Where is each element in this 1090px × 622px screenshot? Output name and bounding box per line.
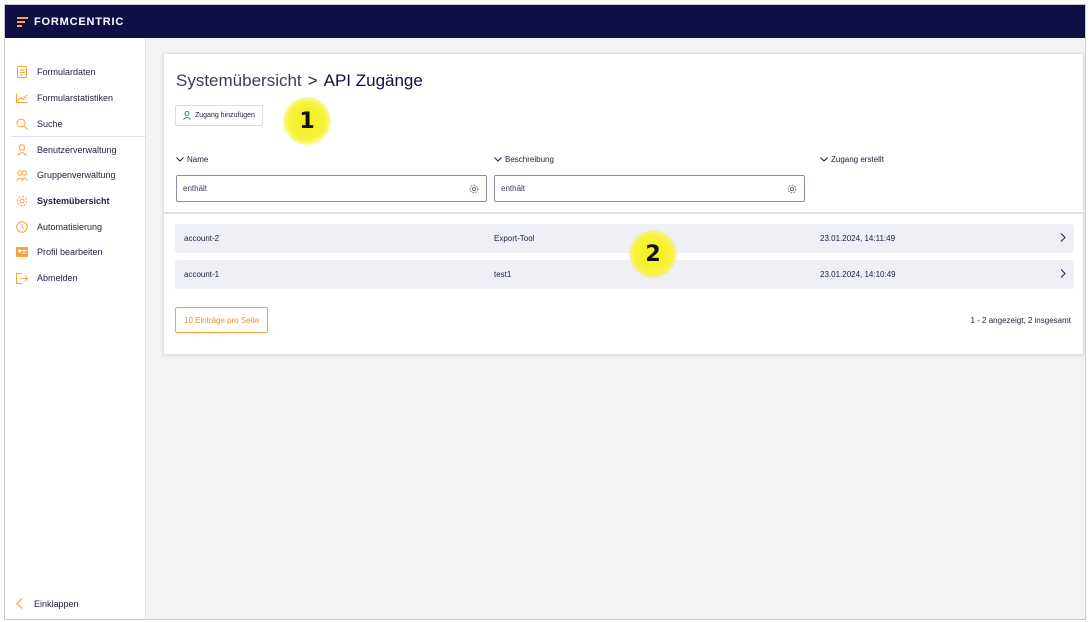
pagination-info: 1 - 2 angezeigt, 2 insgesamt	[970, 316, 1071, 325]
cell-name: account-1	[184, 270, 220, 279]
sidebar-item-label: Benutzerverwaltung	[37, 145, 117, 155]
sidebar-item-gruppenverwaltung[interactable]: Gruppenverwaltung	[5, 163, 146, 187]
filter-placeholder: enthält	[183, 184, 208, 193]
logout-icon	[16, 272, 28, 284]
sidebar-item-label: Formulardaten	[37, 67, 96, 77]
sidebar-item-benutzerverwaltung[interactable]: Benutzerverwaltung	[5, 138, 146, 162]
annotation-marker-1: 1	[283, 97, 331, 145]
user-icon	[16, 144, 28, 156]
sidebar-item-label: Abmelden	[37, 273, 78, 283]
sidebar-item-formularstatistiken[interactable]: Formularstatistiken	[5, 86, 146, 110]
gear-icon[interactable]	[469, 184, 479, 194]
column-header-name[interactable]: Name	[176, 155, 208, 164]
logo-text: FORMCENTRIC	[34, 15, 125, 28]
sidebar-item-systemuebersicht[interactable]: Systemübersicht	[5, 189, 146, 213]
column-header-beschreibung[interactable]: Beschreibung	[494, 155, 554, 164]
collapse-sidebar-button[interactable]: Einklappen	[16, 598, 79, 609]
api-access-panel: Systemübersicht > API Zugänge Zugang hinzu…	[163, 53, 1084, 355]
sidebar-item-automatisierung[interactable]: Automatisierung	[5, 215, 146, 239]
cell-description: test1	[494, 270, 512, 279]
chevron-down-icon	[176, 157, 184, 162]
chevron-left-icon	[16, 598, 23, 609]
column-header-zugang-erstellt[interactable]: Zugang erstellt	[820, 155, 884, 164]
cell-name: account-2	[184, 234, 220, 243]
gear-icon[interactable]	[787, 184, 797, 194]
add-user-icon	[183, 111, 191, 120]
group-icon	[16, 169, 28, 181]
sidebar-item-label: Profil bearbeiten	[37, 247, 103, 257]
id-card-icon	[16, 246, 28, 258]
sidebar-item-abmelden[interactable]: Abmelden	[5, 266, 146, 290]
column-label: Zugang erstellt	[831, 155, 884, 164]
annotation-marker-2: 2	[629, 230, 677, 278]
cell-created: 23.01.2024, 14:11:49	[820, 234, 896, 243]
filter-placeholder: enthält	[501, 184, 526, 193]
description-filter-input[interactable]: enthält	[494, 175, 805, 202]
app-window: FORMCENTRIC Formulardaten Formularstatis…	[4, 4, 1086, 620]
sidebar-item-profil-bearbeiten[interactable]: Profil bearbeiten	[5, 240, 146, 264]
chevron-down-icon	[820, 157, 828, 162]
collapse-label: Einklappen	[34, 598, 79, 609]
gear-icon	[16, 195, 28, 207]
cell-description: Export-Tool	[494, 234, 535, 243]
line-chart-icon	[16, 92, 28, 104]
entries-per-page-button[interactable]: 10 Einträge pro Seite	[175, 307, 269, 333]
sidebar-item-label: Automatisierung	[37, 222, 103, 232]
sidebar-item-label: Systemübersicht	[37, 196, 110, 206]
column-label: Beschreibung	[505, 155, 554, 164]
table-row[interactable]: account-2 Export-Tool 23.01.2024, 14:11:…	[175, 224, 1074, 253]
entries-per-page-label: 10 Einträge pro Seite	[184, 315, 260, 325]
table-row[interactable]: account-1 test1 23.01.2024, 14:10:49	[175, 260, 1074, 289]
sidebar-item-label: Formularstatistiken	[37, 93, 114, 103]
chevron-right-icon	[1060, 269, 1066, 278]
column-label: Name	[187, 155, 209, 164]
sidebar-item-formulardaten[interactable]: Formulardaten	[5, 60, 146, 84]
breadcrumb: Systemübersicht > API Zugänge	[176, 71, 423, 91]
breadcrumb-parent[interactable]: Systemübersicht	[176, 71, 302, 90]
sidebar: Formulardaten Formularstatistiken Suche …	[5, 38, 146, 619]
document-icon	[16, 66, 28, 78]
add-access-label: Zugang hinzufügen	[195, 112, 255, 119]
chevron-down-icon	[494, 157, 502, 162]
sidebar-item-label: Gruppenverwaltung	[37, 170, 116, 180]
chevron-right-icon	[1060, 233, 1066, 242]
name-filter-input[interactable]: enthält	[176, 175, 487, 202]
breadcrumb-separator: >	[307, 71, 318, 90]
sidebar-item-suche[interactable]: Suche	[5, 112, 146, 136]
page-title: API Zugänge	[323, 71, 423, 90]
sidebar-item-label: Suche	[37, 119, 63, 129]
table-divider	[164, 212, 1083, 214]
search-icon	[16, 118, 28, 130]
cell-created: 23.01.2024, 14:10:49	[820, 270, 896, 279]
formcentric-logo-icon	[17, 16, 28, 27]
clock-icon	[16, 221, 28, 233]
add-access-button[interactable]: Zugang hinzufügen	[175, 105, 263, 126]
top-bar: FORMCENTRIC	[5, 5, 1085, 38]
sidebar-divider	[11, 136, 146, 137]
